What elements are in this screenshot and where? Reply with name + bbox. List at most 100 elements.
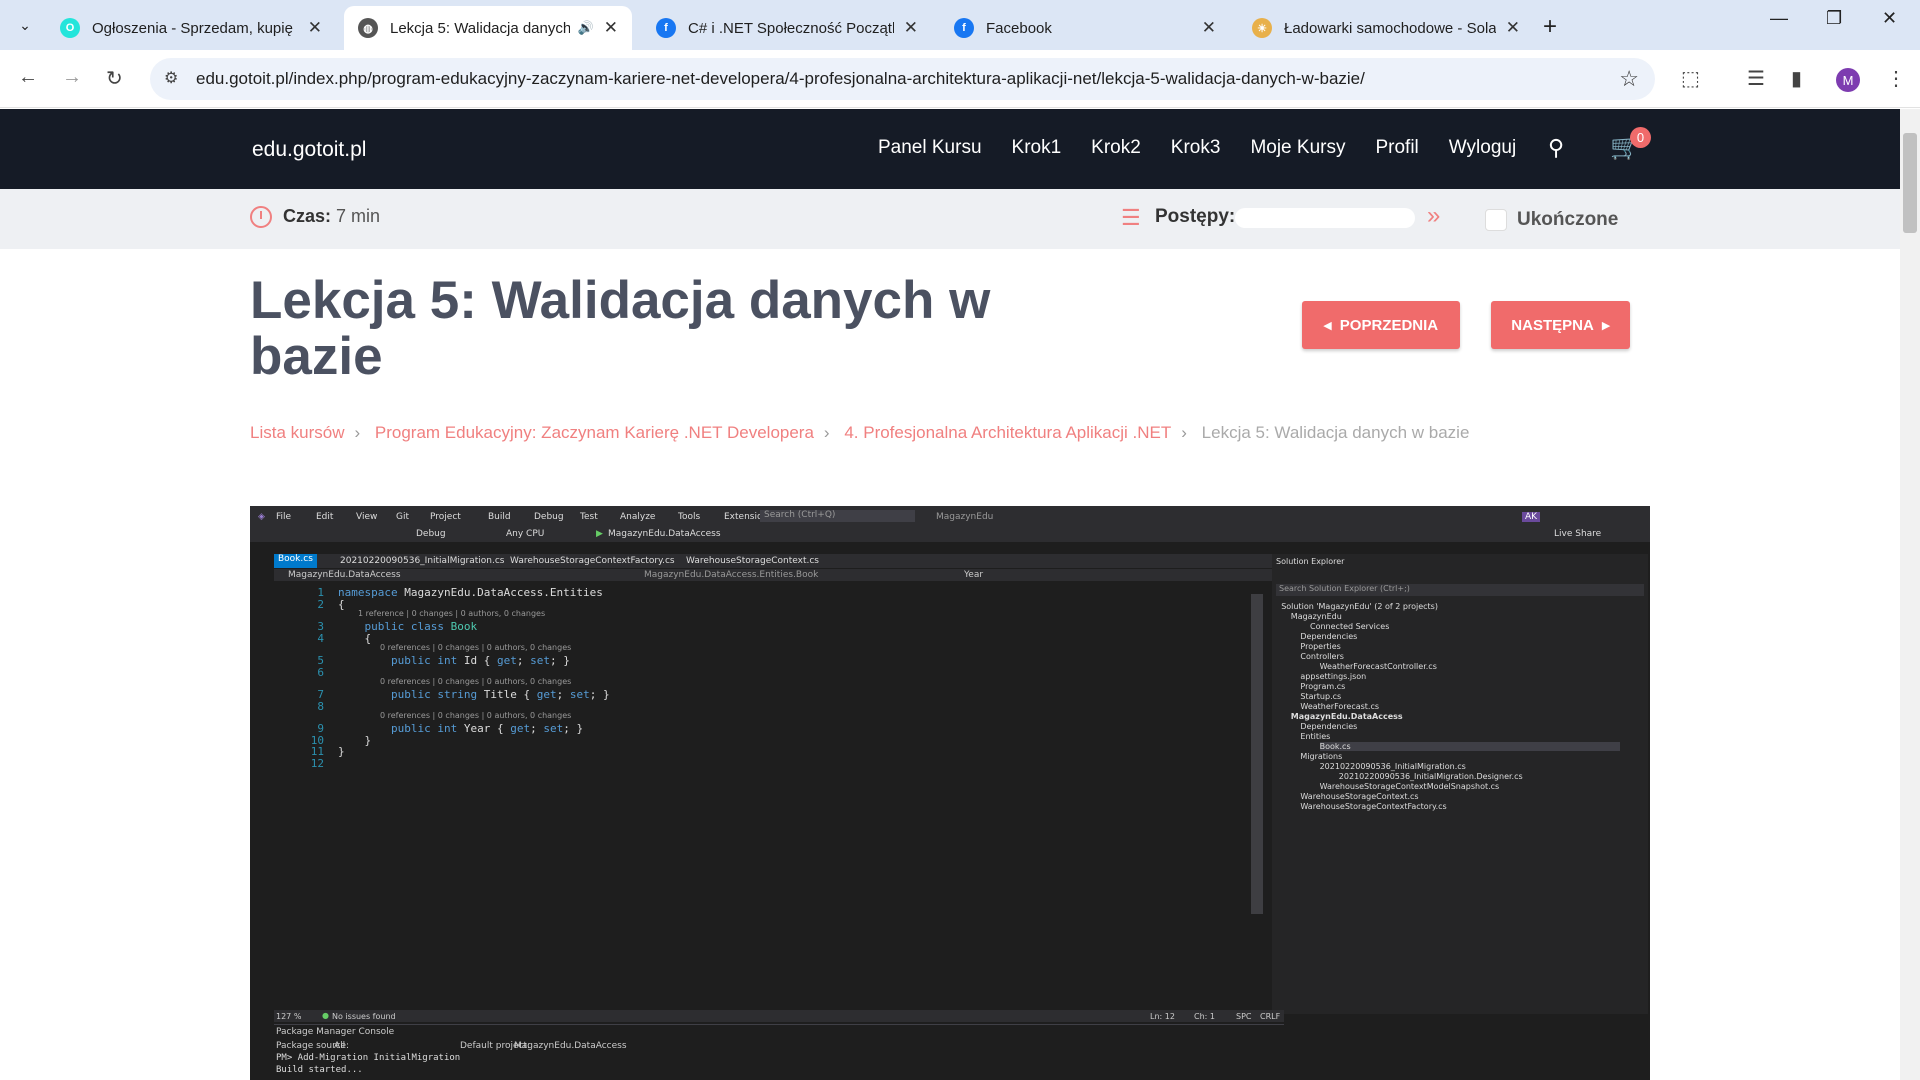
vs-se-item: Dependencies — [1300, 722, 1358, 731]
chevron-right-icon: ▸ — [1593, 317, 1610, 334]
menu-item[interactable]: Moje Kursy — [1250, 137, 1345, 159]
search-icon[interactable]: ⚲ — [1548, 135, 1564, 161]
code-line: } — [338, 745, 345, 758]
vs-menu-item: Test — [580, 512, 598, 522]
site-logo[interactable]: edu.gotoit.pl — [252, 138, 366, 162]
breadcrumb-link[interactable]: Program Edukacyjny: Zaczynam Karierę .NE… — [375, 423, 814, 442]
vs-file-tab: Book.cs — [274, 554, 317, 568]
vs-menu-item: View — [356, 512, 378, 522]
page-scrollbar[interactable] — [1900, 109, 1920, 1080]
close-tab-icon[interactable]: ✕ — [904, 18, 918, 38]
menu-item[interactable]: Profil — [1375, 137, 1418, 159]
vs-se-item: Connected Services — [1310, 622, 1390, 631]
close-tab-icon[interactable]: ✕ — [308, 18, 322, 38]
vs-se-item: Startup.cs — [1300, 692, 1342, 701]
menu-item[interactable]: Krok3 — [1171, 137, 1221, 159]
clock-icon — [250, 206, 272, 228]
bookmark-star-icon[interactable]: ☆ — [1619, 66, 1639, 92]
vs-se-item: MagazynEdu.DataAccess — [1290, 712, 1403, 721]
vs-solution-name: MagazynEdu — [936, 512, 994, 522]
completed-label: Ukończone — [1517, 209, 1619, 230]
vs-menu-item: File — [276, 512, 292, 522]
new-tab-button[interactable]: + — [1543, 13, 1557, 41]
vs-se-item: Properties — [1300, 642, 1341, 651]
close-tab-icon[interactable]: ✕ — [604, 18, 618, 38]
line-number: 6 — [317, 665, 324, 679]
tab-title: Lekcja 5: Walidacja danych w — [390, 19, 570, 37]
url-text[interactable]: edu.gotoit.pl/index.php/program-edukacyj… — [196, 69, 1365, 89]
browser-tab[interactable]: O Ogłoszenia - Sprzedam, kupię r ✕ — [46, 6, 336, 50]
vs-se-item: Migrations — [1300, 752, 1343, 761]
completed-checkbox[interactable] — [1485, 209, 1507, 231]
vs-file-tab: 20210220090536_InitialMigration.cs — [340, 556, 505, 566]
vs-menu-item: Edit — [316, 512, 334, 522]
vs-se-item: MagazynEdu — [1290, 612, 1342, 621]
previous-button[interactable]: ◂ POPRZEDNIA — [1302, 301, 1460, 349]
vs-nav-project: MagazynEdu.DataAccess — [288, 570, 401, 580]
vs-nav-member: Year — [964, 570, 984, 580]
tab-title: Facebook — [986, 19, 1052, 37]
code-lens-hint: 0 references | 0 changes | 0 authors, 0 … — [380, 643, 572, 652]
vs-se-item: Book.cs — [1319, 742, 1620, 751]
vs-se-title: Solution Explorer — [1276, 557, 1345, 566]
minimize-icon[interactable]: — — [1770, 8, 1788, 29]
vs-se-item: WeatherForecastController.cs — [1319, 662, 1437, 671]
extensions-icon[interactable]: ⬚ — [1681, 66, 1700, 91]
next-button[interactable]: NASTĘPNA ▸ — [1491, 301, 1630, 349]
tab-title: Ładowarki samochodowe - Sola — [1284, 19, 1496, 37]
code-line: public int Year { get; set; } — [390, 722, 584, 735]
progress-bar — [1235, 208, 1415, 228]
progress-label: Postępy: — [1155, 206, 1236, 227]
close-window-icon[interactable]: ✕ — [1882, 8, 1897, 29]
vs-editor-status: 127 % ● No issues found Ln: 12 Ch: 1 SPC… — [274, 1010, 1284, 1022]
breadcrumb: Lista kursów › Program Edukacyjny: Zaczyn… — [250, 423, 1470, 442]
lesson-progress-strip: Czas: 7 min ☰ Postępy: » Ukończone — [0, 189, 1900, 249]
cart-count-badge: 0 — [1630, 127, 1651, 148]
vs-run-icon: ▶ — [596, 529, 603, 539]
restore-icon[interactable]: ❐ — [1826, 8, 1842, 29]
menu-kebab-icon[interactable]: ⋮ — [1886, 66, 1906, 91]
page-scrollbar-thumb[interactable] — [1903, 133, 1917, 233]
vs-nav-bar: MagazynEdu.DataAccess MagazynEdu.DataAcc… — [274, 569, 1284, 581]
browser-tab[interactable]: ◍ Lekcja 5: Walidacja danych w 🔊 ✕ — [344, 6, 632, 50]
double-chevron-icon[interactable]: » — [1427, 202, 1440, 230]
breadcrumb-link[interactable]: Lista kursów — [250, 423, 344, 442]
menu-item[interactable]: Panel Kursu — [878, 137, 982, 159]
browser-tab[interactable]: ☀ Ładowarki samochodowe - Sola ✕ — [1238, 6, 1534, 50]
facebook-icon: f — [954, 18, 974, 38]
address-bar[interactable]: ⚙ edu.gotoit.pl/index.php/program-edukac… — [150, 58, 1655, 100]
media-control-icon[interactable]: ☰ — [1747, 66, 1765, 91]
close-tab-icon[interactable]: ✕ — [1202, 18, 1216, 38]
profile-avatar[interactable]: M — [1836, 68, 1860, 92]
forward-icon[interactable]: → — [62, 66, 82, 89]
vs-config: Debug — [416, 529, 446, 539]
site-header: edu.gotoit.pl Panel Kursu Krok1 Krok2 Krok3… — [0, 109, 1920, 189]
code-line: { — [338, 597, 345, 611]
code-line: namespace MagazynEdu.DataAccess.Entities — [338, 586, 603, 599]
vs-platform: Any CPU — [506, 529, 545, 539]
globe-icon: ◍ — [358, 18, 378, 38]
back-icon[interactable]: ← — [18, 66, 38, 89]
audio-icon[interactable]: 🔊 — [578, 20, 594, 36]
reload-icon[interactable]: ↻ — [106, 66, 123, 91]
vs-se-item: Controllers — [1300, 652, 1344, 661]
vs-file-tabs: Book.cs 20210220090536_InitialMigration.… — [274, 554, 1284, 568]
side-panel-icon[interactable]: ▮ — [1791, 66, 1802, 91]
chevron-left-icon: ◂ — [1323, 317, 1340, 334]
menu-item[interactable]: Krok1 — [1012, 137, 1062, 159]
vs-se-item: WarehouseStorageContextFactory.cs — [1300, 802, 1447, 811]
breadcrumb-link[interactable]: 4. Profesjonalna Architektura Aplikacji … — [844, 423, 1171, 442]
breadcrumb-current: Lekcja 5: Walidacja danych w bazie — [1201, 423, 1470, 442]
browser-tab[interactable]: f Facebook ✕ — [940, 6, 1230, 50]
site-info-icon[interactable]: ⚙ — [164, 68, 178, 88]
vs-se-item: WarehouseStorageContextModelSnapshot.cs — [1319, 782, 1500, 791]
lesson-video-visual-studio[interactable]: ◈ File Edit View Git Project Build Debug Test An… — [250, 506, 1650, 1080]
browser-tab[interactable]: f C# i .NET Społeczność Początku ✕ — [642, 6, 932, 50]
menu-item[interactable]: Wyloguj — [1449, 137, 1516, 159]
vs-user-badge: AK — [1522, 512, 1541, 522]
close-tab-icon[interactable]: ✕ — [1506, 18, 1520, 38]
code-lens-hint: 1 reference | 0 changes | 0 authors, 0 c… — [358, 609, 546, 618]
vs-code-editor: 1 namespace MagazynEdu.DataAccess.Entitie… — [274, 582, 1249, 1010]
menu-item[interactable]: Krok2 — [1091, 137, 1141, 159]
tab-search-chevron-icon[interactable]: ⌄ — [10, 11, 40, 39]
